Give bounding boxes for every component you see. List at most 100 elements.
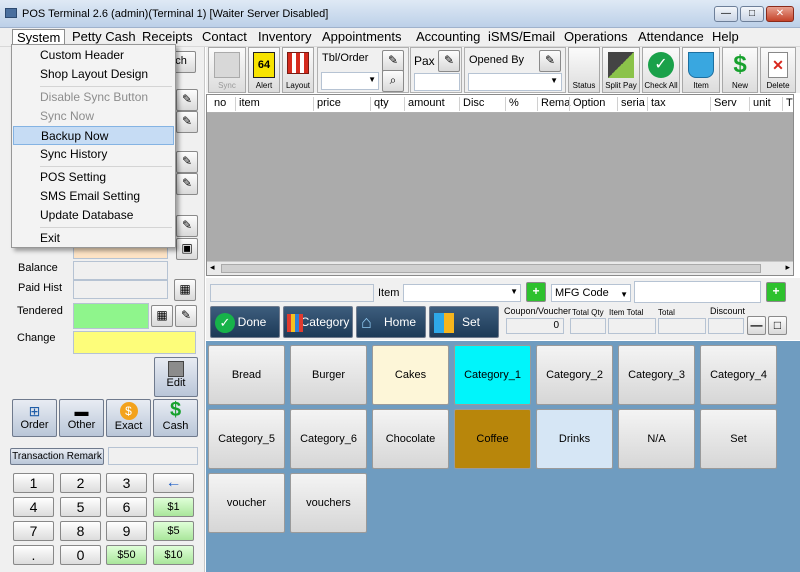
clear-icon[interactable]: ✎: [176, 89, 198, 111]
category-voucher[interactable]: voucher: [208, 473, 285, 533]
category-burger[interactable]: Burger: [290, 345, 367, 405]
split-pay-button[interactable]: Split Pay: [602, 47, 640, 93]
tendered-field[interactable]: [73, 303, 149, 329]
col-percent: %: [505, 97, 519, 111]
category-4[interactable]: Category_4: [700, 345, 777, 405]
key-1-dollar[interactable]: $1: [153, 497, 194, 517]
status-button[interactable]: Status: [568, 47, 600, 93]
tbl-order-select[interactable]: ▼: [321, 72, 379, 90]
key-3[interactable]: 3: [106, 473, 147, 493]
cash-button[interactable]: $ Cash: [153, 399, 198, 437]
order-grid[interactable]: no item price qty amount Disc % Rema Opt…: [206, 94, 794, 276]
key-6[interactable]: 6: [106, 497, 147, 517]
menu-inventory[interactable]: Inventory: [254, 29, 315, 46]
clear-icon[interactable]: ✎: [382, 50, 404, 72]
key-0[interactable]: 0: [60, 545, 101, 565]
category-coffee[interactable]: Coffee: [454, 409, 531, 469]
set-button[interactable]: Set: [429, 306, 499, 338]
key-decimal[interactable]: .: [13, 545, 54, 565]
category-set[interactable]: Set: [700, 409, 777, 469]
barcode-field[interactable]: [210, 284, 374, 302]
key-1[interactable]: 1: [13, 473, 54, 493]
clear-icon[interactable]: ✎: [176, 215, 198, 237]
horizontal-scrollbar[interactable]: ◂ ▸: [207, 261, 793, 275]
minimize-button[interactable]: —: [714, 6, 738, 22]
clear-icon[interactable]: ✎: [539, 50, 561, 72]
menu-help[interactable]: Help: [708, 29, 743, 46]
menu-item-sync-history[interactable]: Sync History: [13, 145, 174, 164]
other-button[interactable]: ▬ Other: [59, 399, 104, 437]
category-chocolate[interactable]: Chocolate: [372, 409, 449, 469]
category-drinks[interactable]: Drinks: [536, 409, 613, 469]
menu-operations[interactable]: Operations: [560, 29, 632, 46]
category-na[interactable]: N/A: [618, 409, 695, 469]
key-4[interactable]: 4: [13, 497, 54, 517]
key-8[interactable]: 8: [60, 521, 101, 541]
order-button[interactable]: ⊞ Order: [12, 399, 57, 437]
category-2[interactable]: Category_2: [536, 345, 613, 405]
backspace-key[interactable]: ←: [153, 473, 194, 493]
menu-item-sms-email-setting[interactable]: SMS Email Setting: [13, 187, 174, 206]
opened-by-select[interactable]: ▼: [468, 73, 562, 91]
menu-appointments[interactable]: Appointments: [318, 29, 406, 46]
menu-item-pos-setting[interactable]: POS Setting: [13, 168, 174, 187]
clear-icon[interactable]: ✎: [176, 111, 198, 133]
layout-button[interactable]: Layout: [282, 47, 314, 93]
pax-field[interactable]: [414, 73, 460, 91]
mfg-code-field[interactable]: [634, 281, 761, 303]
category-bread[interactable]: Bread: [208, 345, 285, 405]
category-6[interactable]: Category_6: [290, 409, 367, 469]
menu-item-custom-header[interactable]: Custom Header: [13, 46, 174, 65]
category-cakes[interactable]: Cakes: [372, 345, 449, 405]
edit-button[interactable]: Edit: [154, 357, 198, 397]
key-5[interactable]: 5: [60, 497, 101, 517]
done-button[interactable]: ✓ Done: [210, 306, 280, 338]
key-2[interactable]: 2: [60, 473, 101, 493]
sync-button[interactable]: Sync: [208, 47, 246, 93]
delete-button[interactable]: ✕ Delete: [760, 47, 796, 93]
new-button[interactable]: $ New: [722, 47, 758, 93]
add-icon[interactable]: +: [526, 282, 546, 302]
clear-icon[interactable]: ✎: [175, 305, 197, 327]
key-9[interactable]: 9: [106, 521, 147, 541]
calculator-icon[interactable]: ▦: [174, 279, 196, 301]
category-1[interactable]: Category_1: [454, 345, 531, 405]
close-button[interactable]: ✕: [766, 6, 794, 22]
clear-icon[interactable]: ✎: [438, 50, 460, 72]
menu-item-exit[interactable]: Exit: [13, 229, 174, 248]
menu-isms-email[interactable]: iSMS/Email: [484, 29, 559, 46]
menu-accounting[interactable]: Accounting: [412, 29, 484, 46]
clear-icon[interactable]: ✎: [176, 173, 198, 195]
home-button[interactable]: ⌂ Home: [356, 306, 426, 338]
category-button[interactable]: Category: [283, 306, 353, 338]
maximize-panel-button[interactable]: □: [768, 316, 787, 335]
clear-icon[interactable]: ✎: [176, 151, 198, 173]
menu-item-shop-layout-design[interactable]: Shop Layout Design: [13, 65, 174, 84]
mfg-code-select[interactable]: MFG Code ▼: [551, 284, 631, 302]
transaction-remark-field[interactable]: [108, 447, 198, 465]
key-10-dollar[interactable]: $10: [153, 545, 194, 565]
minimize-panel-button[interactable]: —: [747, 316, 766, 335]
category-vouchers[interactable]: vouchers: [290, 473, 367, 533]
calculator-icon[interactable]: ▦: [151, 305, 173, 327]
menu-item-update-database[interactable]: Update Database: [13, 206, 174, 225]
alert-button[interactable]: 64 Alert: [248, 47, 280, 93]
search-icon[interactable]: ⌕: [382, 70, 404, 92]
category-5[interactable]: Category_5: [208, 409, 285, 469]
menu-item-backup-now[interactable]: Backup Now: [13, 126, 174, 145]
transaction-remark-button[interactable]: Transaction Remark: [10, 448, 104, 465]
menu-attendance[interactable]: Attendance: [634, 29, 708, 46]
key-50-dollar[interactable]: $50: [106, 545, 147, 565]
menu-contact[interactable]: Contact: [198, 29, 251, 46]
key-7[interactable]: 7: [13, 521, 54, 541]
exact-button[interactable]: $ Exact: [106, 399, 151, 437]
check-all-button[interactable]: ✓ Check All: [642, 47, 680, 93]
item-select[interactable]: ▼: [403, 284, 521, 302]
add-icon[interactable]: +: [766, 282, 786, 302]
category-3[interactable]: Category_3: [618, 345, 695, 405]
monitor-icon[interactable]: ▣: [176, 238, 198, 260]
item-button[interactable]: Item: [682, 47, 720, 93]
coupon-field[interactable]: 0: [506, 318, 564, 334]
key-5-dollar[interactable]: $5: [153, 521, 194, 541]
maximize-button[interactable]: □: [740, 6, 764, 22]
